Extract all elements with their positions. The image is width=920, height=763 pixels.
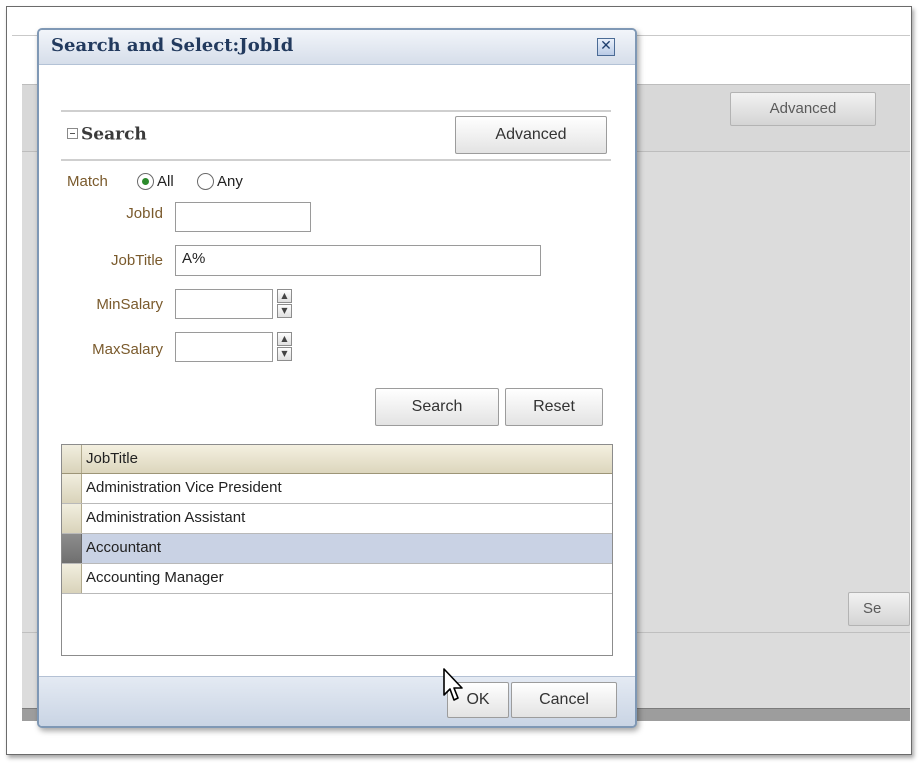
- chevron-up-icon[interactable]: ▲: [277, 289, 292, 303]
- jobid-input[interactable]: [175, 202, 311, 232]
- table-row[interactable]: Administration Vice President: [62, 474, 612, 504]
- minsalary-input[interactable]: [175, 289, 273, 319]
- row-handle[interactable]: [62, 474, 82, 503]
- chevron-down-icon[interactable]: ▼: [277, 304, 292, 318]
- jobtitle-label: JobTitle: [111, 252, 163, 269]
- table-row[interactable]: Administration Assistant: [62, 504, 612, 534]
- search-select-dialog: Search and Select:JobId ✕ Search Advance…: [37, 28, 637, 728]
- advanced-button[interactable]: Advanced: [455, 116, 607, 154]
- table-row[interactable]: Accounting Manager: [62, 564, 612, 594]
- section-divider: [61, 159, 611, 161]
- chevron-down-icon[interactable]: ▼: [277, 347, 292, 361]
- minsalary-label: MinSalary: [96, 296, 163, 313]
- header-row-handle: [62, 445, 82, 473]
- mouse-pointer-icon: [443, 668, 463, 701]
- search-button[interactable]: Search: [375, 388, 499, 426]
- collapse-icon[interactable]: [67, 128, 78, 139]
- match-label: Match: [67, 173, 108, 190]
- table-cell-jobtitle: Accountant: [86, 539, 162, 556]
- search-section-header[interactable]: Search: [67, 124, 147, 145]
- match-all-label: All: [157, 173, 174, 190]
- column-header-jobtitle[interactable]: JobTitle: [86, 450, 138, 467]
- table-row-selected[interactable]: Accountant: [62, 534, 612, 564]
- section-divider: [61, 110, 611, 112]
- maxsalary-label: MaxSalary: [92, 341, 163, 358]
- row-handle[interactable]: [62, 504, 82, 533]
- dialog-title: Search and Select:JobId: [51, 35, 294, 56]
- jobtitle-input[interactable]: A%: [175, 245, 541, 276]
- minsalary-stepper[interactable]: ▲ ▼: [277, 289, 292, 319]
- chevron-up-icon[interactable]: ▲: [277, 332, 292, 346]
- results-table: JobTitle Administration Vice President A…: [61, 444, 613, 656]
- jobid-label: JobId: [126, 205, 163, 222]
- table-cell-jobtitle: Administration Assistant: [86, 509, 246, 526]
- reset-button[interactable]: Reset: [505, 388, 603, 426]
- background-advanced-button[interactable]: Advanced: [730, 92, 876, 126]
- table-cell-jobtitle: Administration Vice President: [86, 479, 282, 496]
- match-any-radio[interactable]: [197, 173, 214, 190]
- match-all-radio[interactable]: [137, 173, 154, 190]
- match-any-label: Any: [217, 173, 243, 190]
- dialog-titlebar[interactable]: Search and Select:JobId ✕: [39, 30, 635, 65]
- table-cell-jobtitle: Accounting Manager: [86, 569, 224, 586]
- table-header: JobTitle: [62, 445, 612, 474]
- cancel-button[interactable]: Cancel: [511, 682, 617, 718]
- maxsalary-input[interactable]: [175, 332, 273, 362]
- row-handle[interactable]: [62, 564, 82, 593]
- row-handle[interactable]: [62, 534, 82, 563]
- close-icon[interactable]: ✕: [597, 38, 615, 56]
- search-section-title: Search: [81, 124, 147, 145]
- background-search-button[interactable]: Se: [848, 592, 910, 626]
- maxsalary-stepper[interactable]: ▲ ▼: [277, 332, 292, 362]
